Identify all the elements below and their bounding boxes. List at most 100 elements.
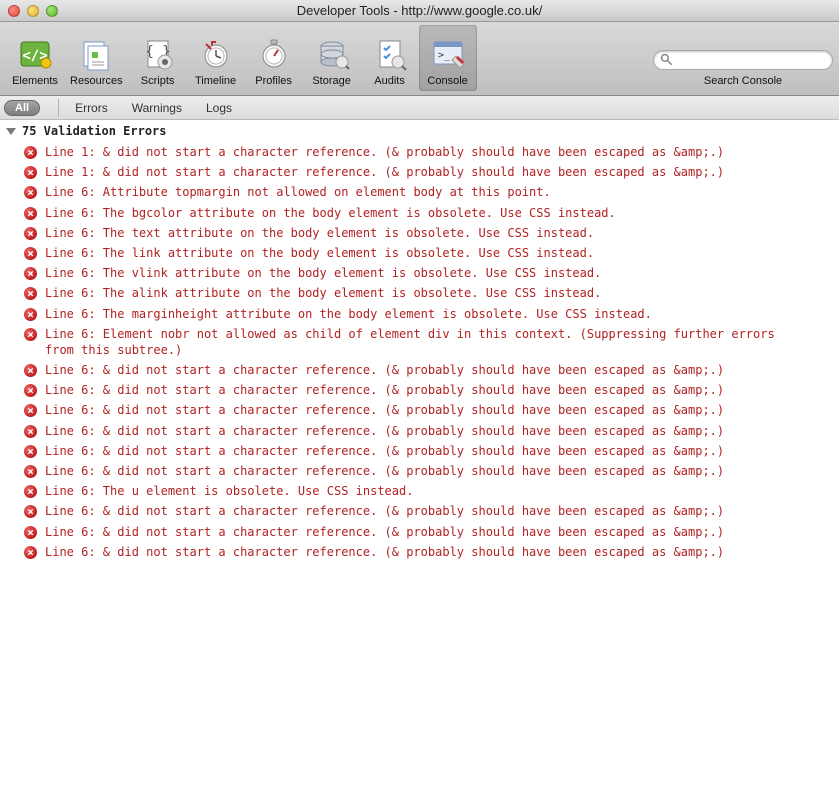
toolbar-item-label: Profiles: [255, 75, 292, 87]
console-error-row[interactable]: Line 6: The vlink attribute on the body …: [0, 263, 839, 283]
console-error-row[interactable]: Line 6: Element nobr not allowed as chil…: [0, 324, 839, 360]
group-title: 75 Validation Errors: [22, 124, 167, 138]
filter-logs[interactable]: Logs: [200, 101, 238, 115]
toolbar-item-label: Scripts: [141, 75, 175, 87]
console-message-text: Line 6: The vlink attribute on the body …: [45, 265, 601, 281]
error-icon: [24, 267, 37, 280]
console-message-text: Line 6: The alink attribute on the body …: [45, 285, 601, 301]
console-message-text: Line 6: The text attribute on the body e…: [45, 225, 594, 241]
error-icon: [24, 404, 37, 417]
console-message-text: Line 6: & did not start a character refe…: [45, 544, 724, 560]
search-input[interactable]: [677, 54, 826, 66]
search-box[interactable]: [653, 50, 833, 70]
console-message-text: Line 6: & did not start a character refe…: [45, 402, 724, 418]
console-message-text: Line 6: & did not start a character refe…: [45, 382, 724, 398]
resources-icon: [77, 35, 115, 73]
zoom-window-button[interactable]: [46, 5, 58, 17]
svg-text:>_: >_: [438, 50, 451, 61]
disclosure-triangle-icon[interactable]: [6, 128, 16, 135]
console-error-row[interactable]: Line 6: The link attribute on the body e…: [0, 243, 839, 263]
error-icon: [24, 364, 37, 377]
error-icon: [24, 465, 37, 478]
toolbar-item-label: Resources: [70, 75, 123, 87]
console-error-row[interactable]: Line 6: & did not start a character refe…: [0, 360, 839, 380]
minimize-window-button[interactable]: [27, 5, 39, 17]
toolbar-scripts[interactable]: { }Scripts: [129, 25, 187, 91]
error-icon: [24, 425, 37, 438]
console-message-text: Line 6: & did not start a character refe…: [45, 362, 724, 378]
console-error-row[interactable]: Line 6: & did not start a character refe…: [0, 501, 839, 521]
console-filter-bar: All Errors Warnings Logs: [0, 96, 839, 120]
console-message-text: Line 6: & did not start a character refe…: [45, 524, 724, 540]
console-message-text: Line 6: & did not start a character refe…: [45, 463, 724, 479]
error-icon: [24, 485, 37, 498]
console-error-row[interactable]: Line 6: & did not start a character refe…: [0, 542, 839, 562]
console-message-text: Line 6: Attribute topmargin not allowed …: [45, 184, 551, 200]
toolbar-storage[interactable]: Storage: [303, 25, 361, 91]
console-group-header[interactable]: 75 Validation Errors: [0, 120, 839, 142]
toolbar-item-label: Storage: [312, 75, 351, 87]
toolbar-item-label: Audits: [374, 75, 405, 87]
console-message-text: Line 6: & did not start a character refe…: [45, 443, 724, 459]
error-icon: [24, 186, 37, 199]
toolbar-timeline[interactable]: Timeline: [187, 25, 245, 91]
toolbar-profiles[interactable]: Profiles: [245, 25, 303, 91]
close-window-button[interactable]: [8, 5, 20, 17]
error-icon: [24, 328, 37, 341]
console-error-row[interactable]: Line 6: & did not start a character refe…: [0, 461, 839, 481]
traffic-lights: [8, 5, 58, 17]
error-icon: [24, 308, 37, 321]
timeline-icon: [197, 35, 235, 73]
console-error-row[interactable]: Line 6: The u element is obsolete. Use C…: [0, 481, 839, 501]
error-icon: [24, 247, 37, 260]
console-error-row[interactable]: Line 6: & did not start a character refe…: [0, 380, 839, 400]
toolbar-audits[interactable]: Audits: [361, 25, 419, 91]
toolbar-item-label: Console: [427, 75, 467, 87]
console-message-text: Line 1: & did not start a character refe…: [45, 164, 724, 180]
console-error-row[interactable]: Line 6: Attribute topmargin not allowed …: [0, 182, 839, 202]
divider: [58, 99, 59, 117]
console-error-row[interactable]: Line 6: The alink attribute on the body …: [0, 283, 839, 303]
console-error-row[interactable]: Line 6: The bgcolor attribute on the bod…: [0, 203, 839, 223]
console-error-row[interactable]: Line 1: & did not start a character refe…: [0, 162, 839, 182]
error-icon: [24, 526, 37, 539]
console-error-row[interactable]: Line 6: The text attribute on the body e…: [0, 223, 839, 243]
error-icon: [24, 505, 37, 518]
elements-icon: </>: [16, 35, 54, 73]
console-error-row[interactable]: Line 1: & did not start a character refe…: [0, 142, 839, 162]
console-message-text: Line 6: The marginheight attribute on th…: [45, 306, 652, 322]
toolbar-item-label: Timeline: [195, 75, 236, 87]
console-error-row[interactable]: Line 6: & did not start a character refe…: [0, 522, 839, 542]
console-error-row[interactable]: Line 6: & did not start a character refe…: [0, 400, 839, 420]
error-icon: [24, 166, 37, 179]
search-area: Search Console: [653, 50, 833, 91]
toolbar-item-label: Elements: [12, 75, 58, 87]
console-error-row[interactable]: Line 6: & did not start a character refe…: [0, 421, 839, 441]
console-message-text: Line 6: & did not start a character refe…: [45, 503, 724, 519]
profiles-icon: [255, 35, 293, 73]
error-icon: [24, 146, 37, 159]
error-icon: [24, 287, 37, 300]
toolbar-console[interactable]: >_ Console: [419, 25, 477, 91]
console-message-text: Line 6: & did not start a character refe…: [45, 423, 724, 439]
console-message-text: Line 6: The bgcolor attribute on the bod…: [45, 205, 616, 221]
window-titlebar: Developer Tools - http://www.google.co.u…: [0, 0, 839, 22]
search-icon: [660, 53, 672, 68]
console-panel[interactable]: 75 Validation Errors Line 1: & did not s…: [0, 120, 839, 800]
console-message-text: Line 6: The link attribute on the body e…: [45, 245, 594, 261]
main-toolbar: </> Elements Resources { }Scripts Timeline Pr…: [0, 22, 839, 96]
error-icon: [24, 384, 37, 397]
console-icon: >_: [429, 35, 467, 73]
console-message-text: Line 6: The u element is obsolete. Use C…: [45, 483, 413, 499]
filter-errors[interactable]: Errors: [69, 101, 114, 115]
console-error-row[interactable]: Line 6: The marginheight attribute on th…: [0, 304, 839, 324]
filter-warnings[interactable]: Warnings: [126, 101, 188, 115]
error-icon: [24, 207, 37, 220]
toolbar-elements[interactable]: </> Elements: [6, 25, 64, 91]
error-icon: [24, 445, 37, 458]
console-message-text: Line 1: & did not start a character refe…: [45, 144, 724, 160]
filter-all-button[interactable]: All: [4, 100, 40, 116]
search-label: Search Console: [704, 75, 782, 87]
console-error-row[interactable]: Line 6: & did not start a character refe…: [0, 441, 839, 461]
toolbar-resources[interactable]: Resources: [64, 25, 129, 91]
